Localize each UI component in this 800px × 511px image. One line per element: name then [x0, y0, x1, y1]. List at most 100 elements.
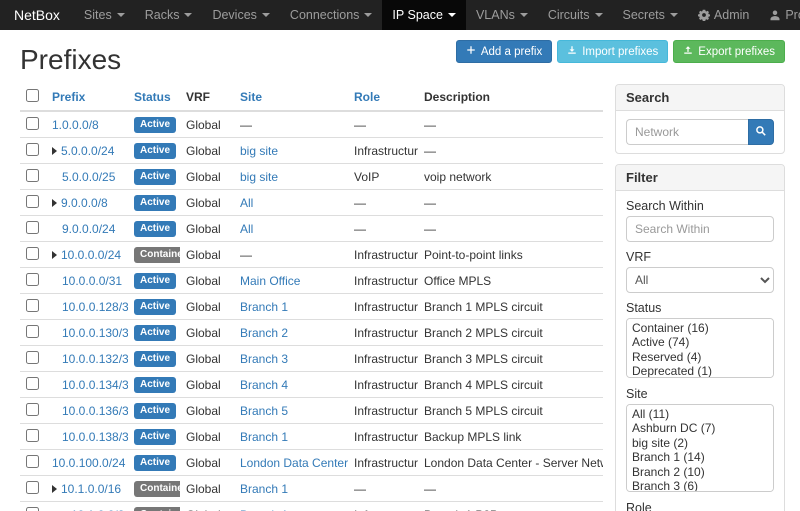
table-row: 10.0.0.134/31ActiveGlobalBranch 4Infrast… — [20, 372, 603, 398]
column-header-site[interactable]: Site — [234, 84, 348, 111]
prefix-link[interactable]: 10.0.0.136/31 — [62, 404, 128, 418]
select-all-checkbox[interactable] — [26, 89, 39, 102]
row-checkbox[interactable] — [26, 351, 39, 364]
site-link[interactable]: Branch 1 — [240, 508, 288, 511]
site-link[interactable]: All — [240, 222, 253, 236]
prefix-link[interactable]: 10.0.100.0/24 — [52, 456, 125, 470]
nav-item-racks[interactable]: Racks — [135, 0, 203, 30]
filter-panel-title: Filter — [616, 165, 784, 191]
caret-down-icon — [262, 13, 270, 17]
prefix-link[interactable]: 10.0.0.134/31 — [62, 378, 128, 392]
site-link[interactable]: All — [240, 196, 253, 210]
prefix-link[interactable]: 10.0.0.138/31 — [62, 430, 128, 444]
prefix-link[interactable]: 10.0.0.132/31 — [62, 352, 128, 366]
status-badge: Container — [134, 507, 180, 511]
prefix-link[interactable]: 10.0.0.0/24 — [61, 248, 121, 262]
row-select-cell — [20, 502, 46, 511]
page-content: Add a prefix Import prefixes Export pref… — [0, 30, 800, 511]
prefix-link[interactable]: 10.1.0.0/24 — [71, 508, 128, 511]
site-cell: Branch 5 — [234, 398, 348, 424]
row-select-cell — [20, 216, 46, 242]
site-cell: Branch 3 — [234, 346, 348, 372]
row-checkbox[interactable] — [26, 325, 39, 338]
row-checkbox[interactable] — [26, 273, 39, 286]
row-checkbox[interactable] — [26, 195, 39, 208]
nav-item-devices[interactable]: Devices — [202, 0, 279, 30]
nav-item-secrets[interactable]: Secrets — [613, 0, 688, 30]
row-checkbox[interactable] — [26, 299, 39, 312]
expand-arrow-icon[interactable] — [52, 199, 57, 207]
page-actions: Add a prefix Import prefixes Export pref… — [456, 40, 785, 63]
nav-item-circuits[interactable]: Circuits — [538, 0, 613, 30]
search-input[interactable] — [626, 119, 748, 145]
admin-link[interactable]: Admin — [688, 0, 759, 30]
role-cell: Infrastructure — [348, 346, 418, 372]
prefix-link[interactable]: 10.1.0.0/16 — [61, 482, 121, 496]
prefix-link[interactable]: 10.0.0.128/31 — [62, 300, 128, 314]
brand[interactable]: NetBox — [0, 0, 74, 30]
site-link[interactable]: Branch 3 — [240, 352, 288, 366]
site-link[interactable]: Branch 2 — [240, 326, 288, 340]
export-prefixes-button[interactable]: Export prefixes — [673, 40, 785, 63]
site-filter-select[interactable]: All (11)Ashburn DC (7)big site (2)Branch… — [626, 404, 774, 492]
site-link[interactable]: Main Office — [240, 274, 300, 288]
prefix-link[interactable]: 1.0.0.0/8 — [52, 118, 99, 132]
site-link[interactable]: Branch 1 — [240, 482, 288, 496]
row-checkbox[interactable] — [26, 143, 39, 156]
search-within-input[interactable] — [626, 216, 774, 242]
row-checkbox[interactable] — [26, 247, 39, 260]
table-row: 10.0.0.0/31ActiveGlobalMain OfficeInfras… — [20, 268, 603, 294]
nav-item-sites[interactable]: Sites — [74, 0, 135, 30]
site-link[interactable]: Branch 5 — [240, 404, 288, 418]
row-checkbox[interactable] — [26, 169, 39, 182]
nav-item-label: Connections — [290, 8, 360, 22]
prefix-link[interactable]: 10.0.0.0/31 — [62, 274, 122, 288]
column-header-description: Description — [418, 84, 603, 111]
expand-arrow-icon[interactable] — [52, 251, 57, 259]
row-checkbox[interactable] — [26, 403, 39, 416]
site-link[interactable]: Branch 1 — [240, 300, 288, 314]
column-header-prefix[interactable]: Prefix — [46, 84, 128, 111]
row-checkbox[interactable] — [26, 117, 39, 130]
vrf-cell: Global — [180, 190, 234, 216]
nav-item-label: Devices — [212, 8, 256, 22]
prefix-link[interactable]: 10.0.0.130/31 — [62, 326, 128, 340]
site-link[interactable]: London Data Center — [240, 456, 348, 470]
import-prefixes-button[interactable]: Import prefixes — [557, 40, 668, 63]
column-header-status[interactable]: Status — [128, 84, 180, 111]
site-link[interactable]: Branch 1 — [240, 430, 288, 444]
profile-link[interactable]: Profile — [759, 0, 800, 30]
search-submit-button[interactable] — [748, 119, 774, 145]
expand-arrow-icon[interactable] — [52, 147, 57, 155]
site-link[interactable]: big site — [240, 170, 278, 184]
row-checkbox[interactable] — [26, 507, 39, 511]
site-cell: London Data Center — [234, 450, 348, 476]
vrf-filter-select[interactable]: All — [626, 267, 774, 293]
row-checkbox[interactable] — [26, 221, 39, 234]
column-header-role[interactable]: Role — [348, 84, 418, 111]
row-checkbox[interactable] — [26, 455, 39, 468]
row-checkbox[interactable] — [26, 429, 39, 442]
nav-item-ip-space[interactable]: IP Space — [382, 0, 466, 30]
prefix-link[interactable]: 5.0.0.0/24 — [61, 144, 114, 158]
nav-item-vlans[interactable]: VLANs — [466, 0, 538, 30]
table-row: 10.0.100.0/24ActiveGlobalLondon Data Cen… — [20, 450, 603, 476]
site-link[interactable]: big site — [240, 144, 278, 158]
search-icon — [755, 125, 767, 140]
row-checkbox[interactable] — [26, 377, 39, 390]
expand-arrow-icon[interactable] — [52, 485, 57, 493]
row-checkbox[interactable] — [26, 481, 39, 494]
table-row: 10.1.0.0/16ContainerGlobalBranch 1—— — [20, 476, 603, 502]
site-link[interactable]: Branch 4 — [240, 378, 288, 392]
add-prefix-button[interactable]: Add a prefix — [456, 40, 552, 63]
status-filter-select[interactable]: Container (16)Active (74)Reserved (4)Dep… — [626, 318, 774, 378]
prefix-link[interactable]: 9.0.0.0/8 — [61, 196, 108, 210]
vrf-cell: Global — [180, 502, 234, 511]
column-header-vrf: VRF — [180, 84, 234, 111]
prefix-link[interactable]: 5.0.0.0/25 — [62, 170, 115, 184]
prefix-cell: 9.0.0.0/24 — [46, 216, 128, 242]
table-row: 5.0.0.0/25ActiveGlobalbig siteVoIPvoip n… — [20, 164, 603, 190]
status-badge: Active — [134, 377, 176, 393]
nav-item-connections[interactable]: Connections — [280, 0, 383, 30]
prefix-link[interactable]: 9.0.0.0/24 — [62, 222, 115, 236]
